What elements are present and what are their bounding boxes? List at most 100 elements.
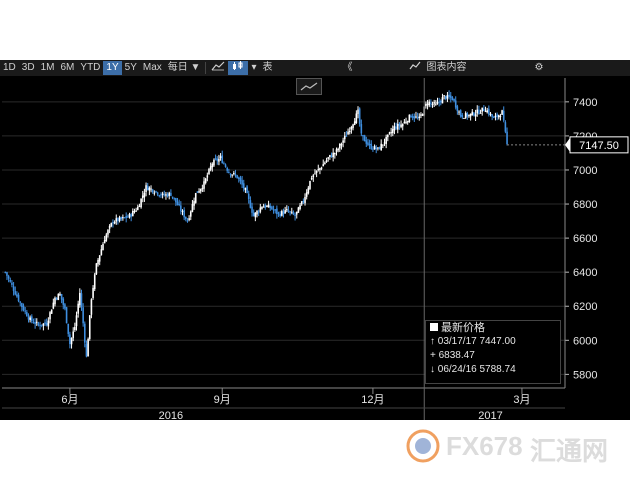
candle-body <box>502 110 505 121</box>
candle-body <box>454 100 457 108</box>
collapse-icon[interactable]: 《 <box>340 61 356 75</box>
candle-body <box>196 191 199 193</box>
candle-body <box>431 103 434 105</box>
candle-body <box>75 315 78 327</box>
period-1y[interactable]: 1Y <box>103 61 122 75</box>
candle-body <box>279 213 281 217</box>
candle-body <box>113 221 116 224</box>
candle-body <box>276 208 278 215</box>
candle-body <box>219 156 222 158</box>
candle-body <box>489 113 492 115</box>
chart-content-icon[interactable] <box>406 61 424 75</box>
candle-body <box>186 220 189 222</box>
candle-body <box>65 307 68 324</box>
candle-body <box>382 144 384 146</box>
watermark: FX678 汇通网 <box>402 425 612 466</box>
settings-icon[interactable]: ⚙ <box>532 61 547 75</box>
candle-body <box>216 158 219 161</box>
candle-body <box>473 112 475 116</box>
candle-body <box>496 114 498 117</box>
candle-body <box>128 213 131 218</box>
candle-body <box>300 201 303 205</box>
mini-line-chart-button[interactable] <box>296 78 322 95</box>
candle-body <box>83 323 86 343</box>
candle-body <box>396 123 399 130</box>
candle-body <box>52 302 55 309</box>
candle-body <box>284 210 286 214</box>
last-price-pointer <box>565 137 570 152</box>
candle-body <box>458 111 460 113</box>
candle-body <box>100 249 103 256</box>
period-3d[interactable]: 3D <box>19 61 38 75</box>
candle-body <box>22 305 25 311</box>
candle-body <box>112 222 114 224</box>
table-view-button[interactable]: 表 <box>260 61 276 75</box>
y-tick-label: 5800 <box>573 369 597 381</box>
high-arrow-icon: ↑ <box>430 336 435 347</box>
candle-body <box>247 193 250 200</box>
period-ytd[interactable]: YTD <box>77 61 103 75</box>
candle-body <box>312 175 315 178</box>
candle-body <box>377 147 379 149</box>
candle-body <box>302 200 305 202</box>
candle-body <box>123 217 126 219</box>
period-6m[interactable]: 6M <box>58 61 78 75</box>
candle-body <box>244 187 247 190</box>
candle-body <box>410 115 412 118</box>
candle-body <box>325 160 328 163</box>
candle-body <box>297 207 300 213</box>
candle-body <box>438 101 440 103</box>
candle-body <box>17 294 20 302</box>
candlestick-icon[interactable] <box>228 61 249 75</box>
candle-body <box>471 111 474 115</box>
candle-body <box>120 217 123 220</box>
period-5y[interactable]: 5Y <box>122 61 140 75</box>
y-tick-label: 7400 <box>573 97 597 109</box>
candle-body <box>491 114 493 117</box>
candle-body <box>461 115 464 118</box>
line-chart-icon[interactable] <box>208 61 228 75</box>
candle-body <box>408 114 411 123</box>
candle-body <box>9 279 12 282</box>
candle-body <box>236 175 238 179</box>
period-1m[interactable]: 1M <box>38 61 58 75</box>
candle-body <box>211 163 214 168</box>
chart-type-dropdown-icon[interactable]: ▾ <box>248 61 259 75</box>
candle-body <box>290 211 293 213</box>
candle-body <box>24 310 26 312</box>
period-1d[interactable]: 1D <box>0 61 19 75</box>
candle-body <box>242 183 245 189</box>
period-max[interactable]: Max <box>140 61 165 75</box>
candle-body <box>180 205 182 212</box>
candle-body <box>322 164 325 167</box>
candle-body <box>488 108 490 115</box>
candle-body <box>173 197 176 199</box>
candle-body <box>327 157 330 159</box>
candle-body <box>11 282 13 285</box>
candle-body <box>117 217 119 222</box>
candle-body <box>70 337 73 345</box>
last-price-marker: 7147.50 <box>507 136 629 154</box>
candle-body <box>118 217 121 221</box>
candle-body <box>54 297 56 305</box>
candle-body <box>347 131 349 135</box>
candle-body <box>166 194 169 197</box>
candle-body <box>37 323 40 325</box>
candle-body <box>451 97 454 101</box>
chart-content-button[interactable]: 图表内容 <box>424 61 470 75</box>
candle-body <box>223 163 225 165</box>
candle-body <box>237 177 240 179</box>
candle-body <box>274 209 277 211</box>
candle-body <box>413 116 416 119</box>
candle-body <box>332 152 334 158</box>
candle-body <box>464 113 467 118</box>
low-arrow-icon: ↓ <box>430 364 435 375</box>
legend-high: 03/17/17 7447.00 <box>437 336 516 347</box>
candle-body <box>390 132 392 134</box>
candle-body <box>383 142 386 144</box>
candle-body <box>26 312 28 317</box>
frequency-dropdown[interactable]: 每日 ▼ <box>165 61 204 75</box>
candle-body <box>440 101 442 103</box>
top-blank-strip <box>0 0 630 60</box>
candle-body <box>448 94 450 97</box>
